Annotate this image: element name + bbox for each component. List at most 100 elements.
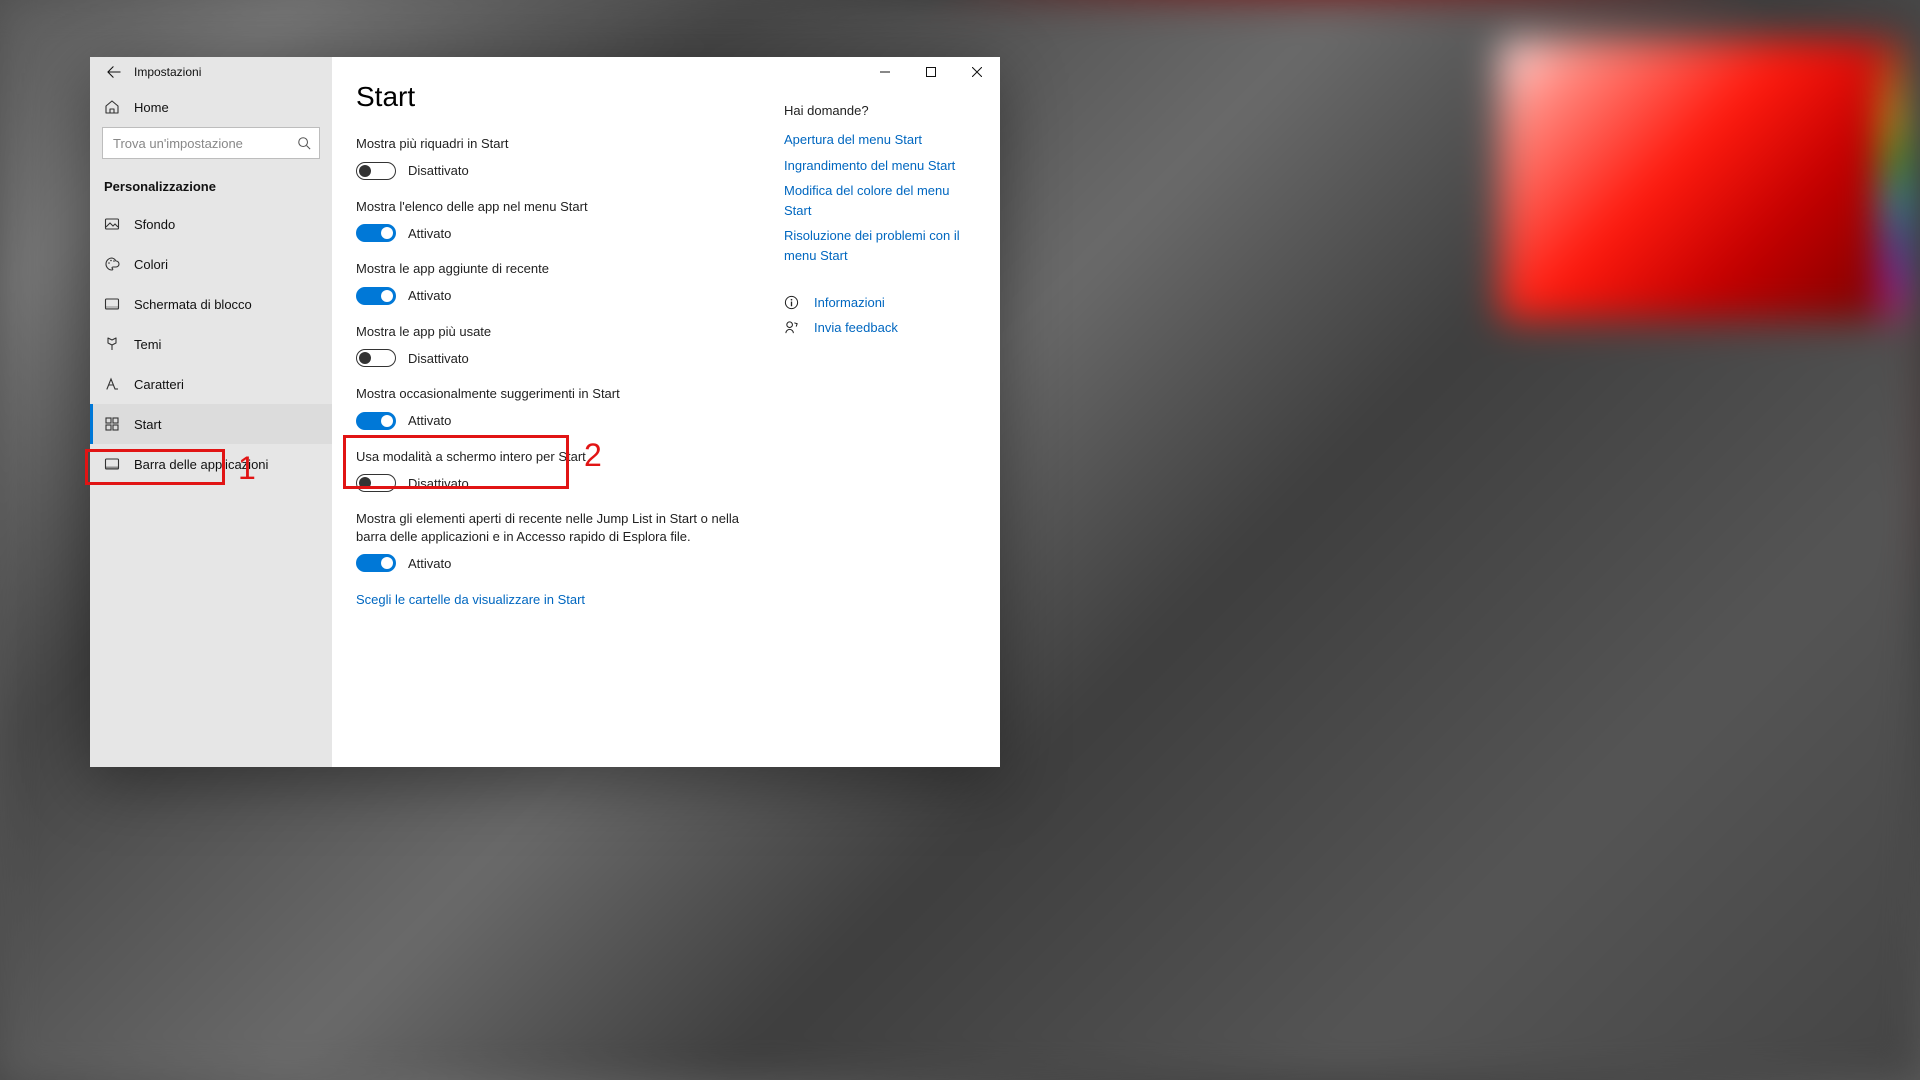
toggle-switch[interactable] (356, 287, 396, 305)
annotation-number-1: 1 (238, 450, 256, 487)
setting-5: Usa modalità a schermo intero per Start D… (356, 448, 762, 493)
sidebar-item-schermata-blocco[interactable]: Schermata di blocco (90, 284, 332, 324)
search-box[interactable] (102, 127, 320, 159)
content: Start Mostra più riquadri in Start Disatt… (332, 57, 1000, 767)
toggle-knob (381, 290, 393, 302)
main-column: Start Mostra più riquadri in Start Disatt… (332, 81, 762, 767)
setting-1: Mostra l'elenco delle app nel menu Start… (356, 198, 762, 243)
toggle-knob (381, 227, 393, 239)
toggle-switch[interactable] (356, 474, 396, 492)
sidebar-nav: Sfondo Colori Schermata di blocco Temi (90, 204, 332, 484)
help-link-color-start[interactable]: Modifica del colore del menu Start (784, 181, 974, 220)
toggle-state: Attivato (408, 556, 451, 571)
sidebar-item-taskbar[interactable]: Barra delle applicazioni (90, 444, 332, 484)
toggle-state: Disattivato (408, 163, 469, 178)
aside-links: Apertura del menu Start Ingrandimento de… (784, 130, 974, 265)
toggle-knob (359, 352, 371, 364)
minimize-icon (880, 67, 890, 77)
back-button[interactable] (100, 58, 128, 86)
toggle-state: Attivato (408, 413, 451, 428)
sidebar-item-colori[interactable]: Colori (90, 244, 332, 284)
setting-label: Mostra gli elementi aperti di recente ne… (356, 510, 762, 545)
toggle-row: Attivato (356, 287, 762, 305)
sidebar-home[interactable]: Home (90, 87, 332, 127)
toggle-state: Attivato (408, 288, 451, 303)
taskbar-icon (104, 456, 120, 472)
toggle-switch[interactable] (356, 224, 396, 242)
close-button[interactable] (954, 57, 1000, 87)
page-title: Start (356, 81, 762, 113)
toggle-knob (381, 557, 393, 569)
sidebar: Impostazioni Home Personalizzazione S (90, 57, 332, 767)
help-link-open-start[interactable]: Apertura del menu Start (784, 130, 974, 150)
search-wrap (90, 127, 332, 167)
setting-label: Mostra le app aggiunte di recente (356, 260, 762, 278)
sidebar-section-title: Personalizzazione (90, 167, 332, 204)
sidebar-item-label: Temi (134, 337, 161, 352)
fonts-icon (104, 376, 120, 392)
palette-icon (104, 256, 120, 272)
toggle-row: Attivato (356, 224, 762, 242)
info-link[interactable]: Informazioni (784, 295, 976, 310)
help-link-resize-start[interactable]: Ingrandimento del menu Start (784, 156, 974, 176)
sidebar-item-label: Sfondo (134, 217, 175, 232)
window-controls (862, 57, 1000, 87)
help-link-troubleshoot-start[interactable]: Risoluzione dei problemi con il menu Sta… (784, 226, 974, 265)
toggle-switch[interactable] (356, 554, 396, 572)
setting-label: Mostra più riquadri in Start (356, 135, 762, 153)
maximize-button[interactable] (908, 57, 954, 87)
sidebar-item-start[interactable]: Start (90, 404, 332, 444)
info-label: Informazioni (814, 295, 885, 310)
toggle-state: Disattivato (408, 351, 469, 366)
setting-4: Mostra occasionalmente suggerimenti in S… (356, 385, 762, 430)
feedback-icon (784, 320, 800, 335)
sidebar-home-label: Home (134, 100, 169, 115)
toggle-row: Disattivato (356, 349, 762, 367)
toggle-switch[interactable] (356, 412, 396, 430)
setting-3: Mostra le app più usate Disattivato (356, 323, 762, 368)
minimize-button[interactable] (862, 57, 908, 87)
maximize-icon (926, 67, 936, 77)
annotation-number-2: 2 (584, 437, 602, 474)
info-icon (784, 295, 800, 310)
toggle-knob (381, 415, 393, 427)
sidebar-item-sfondo[interactable]: Sfondo (90, 204, 332, 244)
toggle-state: Attivato (408, 226, 451, 241)
sidebar-item-label: Schermata di blocco (134, 297, 252, 312)
choose-folders-link[interactable]: Scegli le cartelle da visualizzare in St… (356, 590, 762, 610)
feedback-label: Invia feedback (814, 320, 898, 335)
themes-icon (104, 336, 120, 352)
toggle-switch[interactable] (356, 349, 396, 367)
toggle-switch[interactable] (356, 162, 396, 180)
toggle-row: Disattivato (356, 162, 762, 180)
setting-6: Mostra gli elementi aperti di recente ne… (356, 510, 762, 572)
setting-label: Mostra occasionalmente suggerimenti in S… (356, 385, 762, 403)
sidebar-item-label: Colori (134, 257, 168, 272)
sidebar-item-label: Start (134, 417, 161, 432)
setting-label: Usa modalità a schermo intero per Start (356, 448, 762, 466)
aside-help-title: Hai domande? (784, 103, 976, 118)
home-icon (104, 99, 120, 115)
close-icon (972, 67, 982, 77)
sidebar-item-caratteri[interactable]: Caratteri (90, 364, 332, 404)
toggle-row: Attivato (356, 554, 762, 572)
settings-window: Impostazioni Home Personalizzazione S (90, 57, 1000, 767)
start-icon (104, 416, 120, 432)
toggle-state: Disattivato (408, 476, 469, 491)
settings-list: Mostra più riquadri in StartDisattivatoM… (356, 135, 762, 572)
setting-label: Mostra l'elenco delle app nel menu Start (356, 198, 762, 216)
search-icon (297, 136, 311, 150)
toggle-knob (359, 165, 371, 177)
setting-label: Mostra le app più usate (356, 323, 762, 341)
lockscreen-icon (104, 296, 120, 312)
arrow-left-icon (107, 65, 121, 79)
feedback-link[interactable]: Invia feedback (784, 320, 976, 335)
search-input[interactable] (103, 136, 321, 151)
setting-0: Mostra più riquadri in Start Disattivato (356, 135, 762, 180)
sidebar-item-label: Caratteri (134, 377, 184, 392)
picture-icon (104, 216, 120, 232)
toggle-row: Attivato (356, 412, 762, 430)
setting-2: Mostra le app aggiunte di recente Attivat… (356, 260, 762, 305)
sidebar-item-temi[interactable]: Temi (90, 324, 332, 364)
aside-meta: Informazioni Invia feedback (784, 295, 976, 335)
